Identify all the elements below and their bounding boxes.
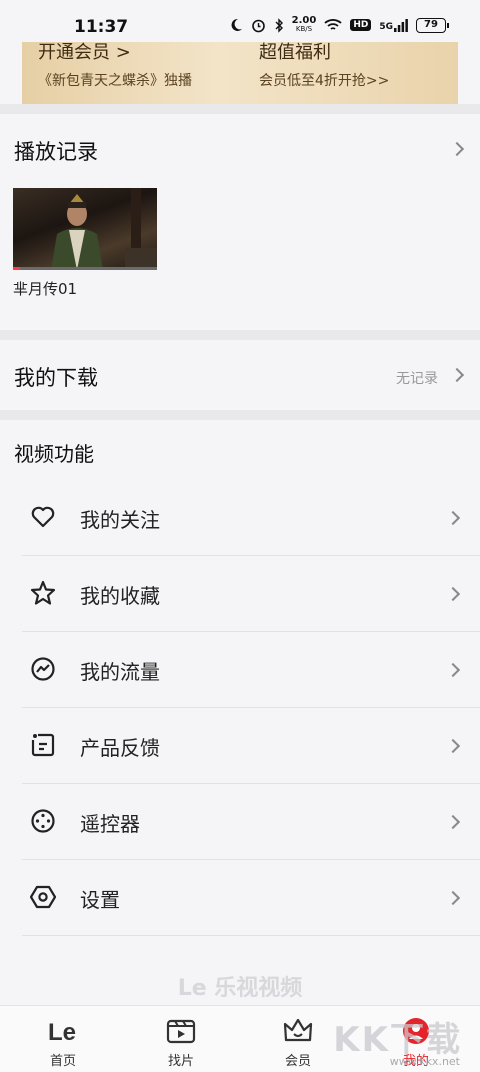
menu-item-traffic[interactable]: 我的流量 (22, 632, 480, 708)
signal-icon (394, 18, 408, 32)
section-divider (0, 330, 480, 340)
svg-text:Le: Le (48, 1019, 76, 1046)
feedback-icon (31, 733, 55, 757)
brand-logo: Le 乐视视频 (177, 976, 303, 1001)
bluetooth-icon (275, 17, 283, 33)
heart-icon (31, 506, 55, 528)
vip-right-subtitle: 会员低至4折开抢>> (259, 73, 390, 89)
speed-value: 2.00 (291, 15, 317, 26)
vip-banner[interactable]: 开通会员 > 《新包青天之蝶杀》独播 超值福利 会员低至4折开抢>> (22, 42, 458, 104)
vip-left-subtitle: 《新包青天之蝶杀》独播 (38, 73, 192, 89)
history-thumbnail[interactable] (13, 188, 157, 270)
history-header[interactable]: 播放记录 (0, 114, 480, 184)
chevron-right-icon (449, 141, 465, 157)
battery-indicator: 79 (416, 17, 449, 33)
menu-item-settings[interactable]: 设置 (22, 860, 480, 936)
menu-item-follow[interactable]: 我的关注 (22, 480, 480, 556)
vip-open-membership[interactable]: 开通会员 > 《新包青天之蝶杀》独播 (38, 42, 192, 90)
downloads-status: 无记录 (396, 371, 438, 387)
menu-label: 我的收藏 (80, 584, 160, 608)
downloads-row[interactable]: 我的下载 无记录 (0, 340, 480, 410)
alarm-icon (251, 19, 265, 32)
history-title: 播放记录 (14, 140, 98, 164)
hd-badge: HD (350, 19, 372, 31)
menu-label: 我的关注 (80, 508, 160, 532)
settings-icon (30, 885, 56, 909)
wifi-icon (324, 19, 342, 30)
section-divider (0, 104, 480, 114)
menu-item-favorites[interactable]: 我的收藏 (22, 556, 480, 632)
menu-label: 产品反馈 (80, 736, 160, 760)
chevron-right-icon (445, 890, 461, 906)
scene-pillar (125, 188, 157, 270)
watermark-url: www.kkx.net (389, 1055, 460, 1068)
vip-left-title: 开通会员 > (38, 42, 131, 63)
network-type-label: 5G (379, 21, 393, 32)
tab-find[interactable]: 找片 (121, 1006, 241, 1072)
video-functions-title: 视频功能 (14, 442, 94, 466)
moon-icon (231, 18, 242, 31)
chevron-right-icon (445, 738, 461, 754)
chevron-right-icon (445, 510, 461, 526)
watermark-logo: KK下载 (333, 1020, 462, 1060)
chevron-right-icon (445, 662, 461, 678)
crown-icon (283, 1018, 313, 1042)
menu-label: 设置 (80, 888, 120, 912)
chevron-right-icon (449, 367, 465, 383)
status-icons: 2.00 KB/S HD 5G 79 (229, 16, 449, 34)
traffic-icon (31, 657, 55, 681)
tab-home[interactable]: Le 首页 (3, 1006, 123, 1072)
speed-unit: KB/S (295, 25, 313, 33)
history-caption[interactable]: 芈月传01 (13, 278, 77, 299)
history-progress-track (13, 267, 157, 270)
status-time: 11:37 (74, 17, 129, 37)
vip-right-title: 超值福利 (259, 42, 331, 63)
tab-label: 找片 (167, 1054, 194, 1069)
chevron-right-icon (445, 586, 461, 602)
history-progress-fill (13, 267, 21, 270)
tab-label: 首页 (49, 1054, 76, 1069)
le-logo-icon: Le (48, 1019, 76, 1046)
status-bar: 11:37 2.00 KB/S HD 5G 79 (0, 0, 480, 42)
menu-label: 遥控器 (80, 812, 140, 836)
menu-item-feedback[interactable]: 产品反馈 (22, 708, 480, 784)
chevron-right-icon (445, 814, 461, 830)
section-divider (0, 410, 480, 420)
star-icon (30, 580, 56, 605)
downloads-title: 我的下载 (14, 366, 98, 390)
menu-item-remote[interactable]: 遥控器 (22, 784, 480, 860)
play-box-icon (166, 1019, 196, 1044)
network-type: 5G (379, 18, 408, 32)
network-speed: 2.00 KB/S (292, 16, 317, 34)
video-still-figure (51, 194, 103, 270)
remote-icon (31, 809, 55, 833)
menu-label: 我的流量 (80, 660, 160, 684)
vip-welfare[interactable]: 超值福利 会员低至4折开抢>> (259, 42, 389, 90)
